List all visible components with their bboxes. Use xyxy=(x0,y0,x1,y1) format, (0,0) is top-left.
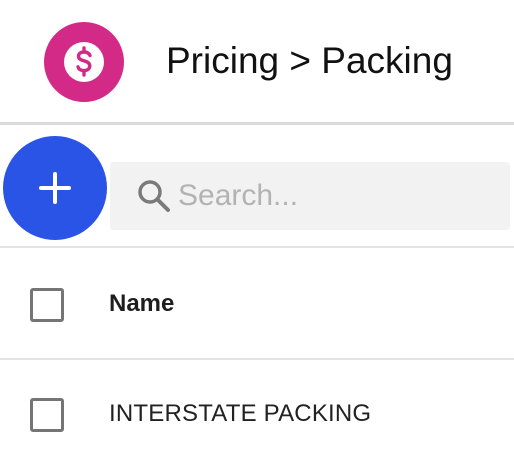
dollar-circle-icon xyxy=(44,22,124,102)
search-icon xyxy=(138,180,170,212)
row-checkbox[interactable] xyxy=(30,398,64,432)
table-row[interactable]: INTERSTATE PACKING xyxy=(0,360,514,466)
row-name-cell: INTERSTATE PACKING xyxy=(109,400,372,427)
table-header: Name xyxy=(0,248,514,358)
column-header-name[interactable]: Name xyxy=(109,288,174,320)
plus-icon xyxy=(39,172,71,204)
pricing-packing-page: Pricing > Packing Name INTERSTATE PACKIN… xyxy=(0,0,514,466)
search-box[interactable] xyxy=(110,162,510,230)
page-header: Pricing > Packing xyxy=(0,0,514,122)
add-button[interactable] xyxy=(3,136,107,240)
search-input[interactable] xyxy=(178,162,498,230)
dollar-sign xyxy=(64,42,104,82)
page-title: Pricing > Packing xyxy=(166,40,453,81)
header-divider xyxy=(0,122,514,125)
select-all-checkbox[interactable] xyxy=(30,288,64,322)
